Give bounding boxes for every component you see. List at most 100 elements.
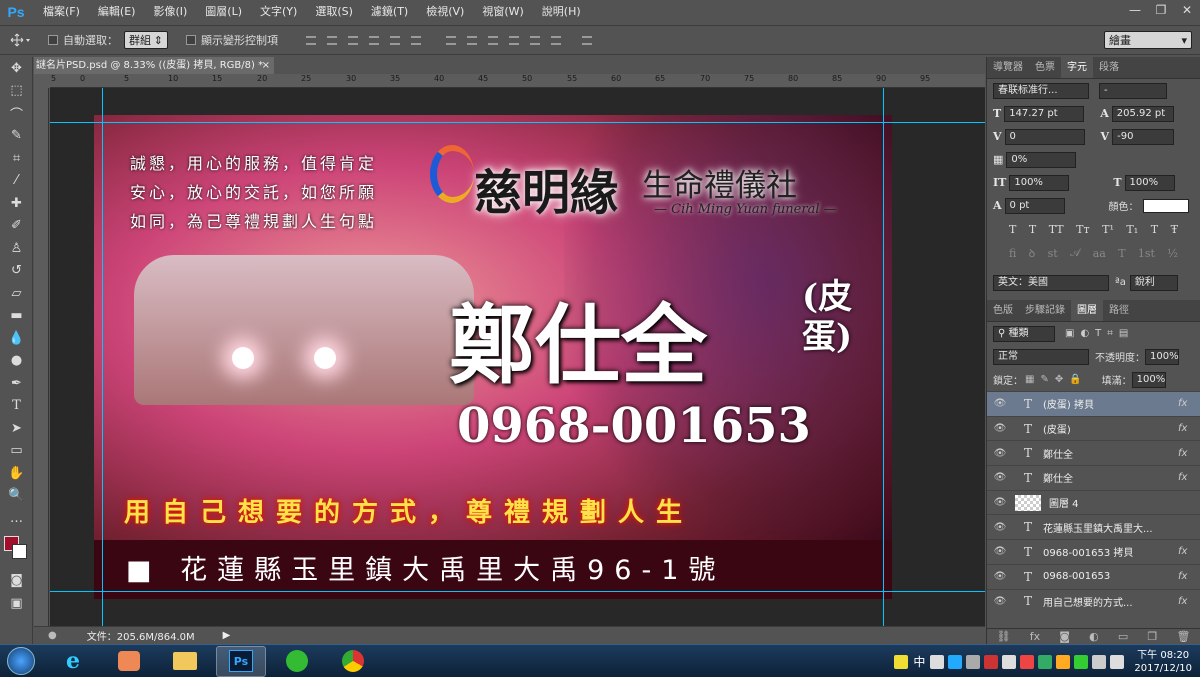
leading-field[interactable]: 205.92 pt bbox=[1111, 105, 1174, 122]
layer-row[interactable]: 👁 T 用自己想要的方式... fx bbox=[987, 588, 1200, 614]
stamp-tool-icon[interactable]: ♙ bbox=[0, 237, 33, 260]
menu-edit[interactable]: 編輯(E) bbox=[89, 0, 145, 24]
superscript-button[interactable]: T¹ bbox=[1102, 223, 1114, 236]
crop-tool-icon[interactable]: ⌗ bbox=[0, 147, 33, 170]
app-green-icon[interactable] bbox=[272, 646, 322, 677]
font-family-select[interactable]: 春联标准行... bbox=[993, 82, 1089, 99]
fx-icon[interactable]: fx bbox=[1178, 423, 1200, 434]
visibility-eye-icon[interactable]: 👁 bbox=[987, 497, 1013, 508]
fx-icon[interactable]: fx bbox=[1178, 472, 1200, 483]
tray-icon[interactable] bbox=[930, 654, 945, 669]
fx-icon[interactable]: fx bbox=[1178, 571, 1200, 582]
canvas-area[interactable]: 誠懇，用心的服務，值得肯定 安心，放心的交託，如您所願 如同，為己尊禮規劃人生句… bbox=[50, 88, 985, 626]
lasso-tool-icon[interactable]: ⌒ bbox=[0, 102, 33, 125]
kerning-field[interactable]: 0 bbox=[1004, 128, 1085, 145]
small-caps-button[interactable]: Tт bbox=[1076, 223, 1089, 236]
marquee-tool-icon[interactable]: ⬚ bbox=[0, 80, 33, 103]
media-player-icon[interactable] bbox=[104, 646, 154, 677]
hand-tool-icon[interactable]: ✋ bbox=[0, 462, 33, 485]
visibility-eye-icon[interactable]: 👁 bbox=[987, 571, 1013, 582]
pen-tool-icon[interactable]: ✒ bbox=[0, 372, 33, 395]
tray-icon[interactable] bbox=[1020, 654, 1035, 669]
menu-layer[interactable]: 圖層(L) bbox=[196, 0, 251, 24]
background-color-swatch[interactable] bbox=[12, 543, 27, 559]
new-group-icon[interactable]: ▭ bbox=[1118, 630, 1128, 643]
workspace-dropdown[interactable]: 繪畫 ▾ bbox=[1104, 31, 1192, 49]
horizontal-scale-field[interactable]: 100% bbox=[1124, 174, 1175, 191]
font-style-select[interactable]: - bbox=[1099, 82, 1167, 99]
menu-filter[interactable]: 濾鏡(T) bbox=[362, 0, 417, 24]
ligature-button[interactable]: fi bbox=[1009, 247, 1016, 260]
start-button[interactable] bbox=[0, 645, 42, 677]
tab-navigator[interactable]: 導覽器 bbox=[987, 57, 1029, 78]
guide-line[interactable] bbox=[50, 122, 985, 123]
menu-type[interactable]: 文字(Y) bbox=[251, 0, 306, 24]
visibility-eye-icon[interactable]: 👁 bbox=[987, 546, 1013, 557]
distribute-hcenter-icon[interactable] bbox=[527, 33, 542, 47]
tab-history[interactable]: 步驟記錄 bbox=[1019, 300, 1071, 321]
menu-help[interactable]: 說明(H) bbox=[533, 0, 590, 24]
lock-icons[interactable]: ▦✎✥🔒 bbox=[1025, 374, 1088, 385]
gradient-tool-icon[interactable]: ▬ bbox=[0, 305, 33, 328]
align-right-icon[interactable] bbox=[408, 33, 423, 47]
visibility-eye-icon[interactable]: 👁 bbox=[987, 398, 1013, 409]
fx-icon[interactable]: fx bbox=[1178, 398, 1200, 409]
taskbar-clock[interactable]: 下午 08:20 2017/12/10 bbox=[1134, 649, 1192, 675]
healing-tool-icon[interactable]: ✚ bbox=[0, 192, 33, 215]
auto-select-checkbox[interactable] bbox=[48, 35, 58, 45]
text-color-swatch[interactable] bbox=[1142, 198, 1189, 213]
opacity-field[interactable]: 100% bbox=[1145, 348, 1179, 365]
menu-window[interactable]: 視窗(W) bbox=[473, 0, 532, 24]
explorer-folder-icon[interactable] bbox=[160, 646, 210, 677]
zoom-tool-icon[interactable]: 🔍 bbox=[0, 485, 33, 508]
layer-row[interactable]: 👁 T 0968-001653 fx bbox=[987, 563, 1200, 589]
tray-icon[interactable] bbox=[1056, 654, 1071, 669]
guide-line[interactable] bbox=[102, 88, 103, 626]
vertical-scale-field[interactable]: 100% bbox=[1009, 174, 1070, 191]
eyedropper-tool-icon[interactable]: ⁄ bbox=[0, 170, 33, 193]
document-tab[interactable]: 謎名片PSD.psd @ 8.33% ((皮蛋) 拷貝, RGB/8) * × bbox=[34, 57, 274, 74]
tab-layers[interactable]: 圖層 bbox=[1071, 300, 1103, 321]
delete-layer-icon[interactable]: 🗑 bbox=[1176, 630, 1190, 643]
move-tool-preset-icon[interactable] bbox=[0, 29, 40, 51]
layer-row[interactable]: 👁 T 0968-001653 拷貝 fx bbox=[987, 539, 1200, 564]
align-vcenter-icon[interactable] bbox=[324, 33, 339, 47]
fx-icon[interactable]: fx bbox=[1178, 546, 1200, 557]
visibility-eye-icon[interactable]: 👁 bbox=[987, 448, 1013, 459]
stylistic-alternates-button[interactable]: aa bbox=[1093, 247, 1106, 260]
visibility-eye-icon[interactable]: 👁 bbox=[987, 423, 1013, 434]
volume-icon[interactable] bbox=[1110, 654, 1125, 669]
photoshop-taskbar-icon[interactable]: Ps bbox=[216, 645, 266, 677]
tray-icon[interactable] bbox=[1038, 654, 1053, 669]
quick-select-tool-icon[interactable]: ✎ bbox=[0, 125, 33, 148]
visibility-eye-icon[interactable]: 👁 bbox=[987, 522, 1013, 533]
strikethrough-button[interactable]: Ŧ bbox=[1171, 223, 1178, 236]
layer-row[interactable]: 👁 T 鄭仕全 fx bbox=[987, 440, 1200, 465]
tab-channels[interactable]: 色版 bbox=[987, 300, 1019, 321]
history-brush-icon[interactable]: ↺ bbox=[0, 260, 33, 283]
type-tool-icon[interactable]: T bbox=[0, 395, 33, 418]
maximize-button[interactable]: ❐ bbox=[1148, 0, 1174, 20]
underline-button[interactable]: T bbox=[1151, 223, 1158, 236]
discretionary-ligature-button[interactable]: st bbox=[1048, 247, 1058, 260]
blur-tool-icon[interactable]: 💧 bbox=[0, 327, 33, 350]
tray-icon[interactable] bbox=[984, 654, 999, 669]
brush-tool-icon[interactable]: ✐ bbox=[0, 215, 33, 238]
blend-mode-select[interactable]: 正常 bbox=[993, 348, 1089, 365]
layer-row[interactable]: 👁 T 鄭仕全 fx bbox=[987, 465, 1200, 490]
help-icon[interactable] bbox=[966, 654, 981, 669]
font-size-field[interactable]: 147.27 pt bbox=[1004, 105, 1085, 122]
layer-kind-filter[interactable]: ⚲ 種類 bbox=[993, 325, 1055, 342]
menu-image[interactable]: 影像(I) bbox=[144, 0, 196, 24]
screen-mode-icon[interactable]: ▣ bbox=[0, 592, 33, 615]
fx-menu-icon[interactable]: fx bbox=[1030, 630, 1040, 643]
quick-mask-icon[interactable]: ◙ bbox=[0, 570, 33, 593]
auto-select-dropdown[interactable]: 群組 ⇕ bbox=[124, 31, 168, 49]
baseline-field[interactable]: 0 pt bbox=[1004, 197, 1065, 214]
tray-icon[interactable] bbox=[894, 654, 909, 669]
menu-view[interactable]: 檢視(V) bbox=[417, 0, 473, 24]
tab-paths[interactable]: 路徑 bbox=[1103, 300, 1135, 321]
menu-file[interactable]: 檔案(F) bbox=[34, 0, 89, 24]
all-caps-button[interactable]: TT bbox=[1049, 223, 1064, 236]
swash-button[interactable]: 𝒜 bbox=[1070, 246, 1080, 260]
